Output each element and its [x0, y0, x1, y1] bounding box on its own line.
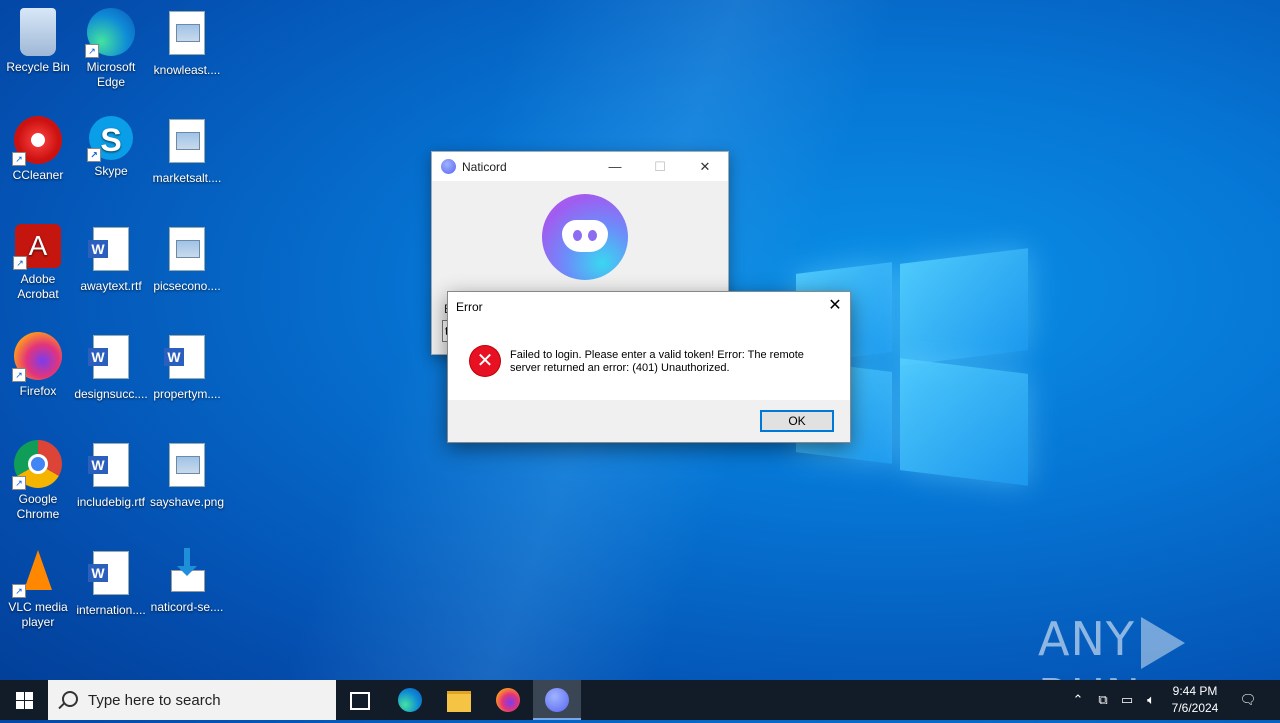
taskbar-search-box[interactable]: Type here to search	[48, 680, 336, 720]
show-hidden-icons-button[interactable]: ⌃	[1068, 680, 1088, 720]
shortcut-arrow-icon: ↗	[87, 148, 101, 162]
error-x-icon: ✕	[470, 346, 500, 376]
dialog-close-button[interactable]: ✕	[820, 292, 850, 320]
desktop-icon-propertym[interactable]: W propertym....	[149, 332, 225, 402]
search-icon	[62, 691, 78, 707]
search-placeholder: Type here to search	[88, 692, 221, 709]
desktop-icon-acrobat[interactable]: A ↗ Adobe Acrobat	[0, 224, 76, 302]
volume-icon[interactable]: 🔈︎	[1140, 680, 1162, 720]
play-logo-icon	[1140, 616, 1185, 669]
vlc-cone-icon: ↗	[12, 548, 62, 598]
word-doc-icon: W	[163, 335, 211, 383]
image-file-icon	[163, 227, 211, 275]
desktop-icon-chrome[interactable]: ↗ Google Chrome	[0, 440, 76, 522]
shortcut-arrow-icon: ↗	[12, 584, 26, 598]
desktop-icon-skype[interactable]: S ↗ Skype	[73, 116, 149, 179]
clock-time: 9:44 PM	[1172, 684, 1218, 698]
desktop-icon-naticord-setup[interactable]: naticord-se....	[149, 548, 225, 615]
desktop-icon-firefox[interactable]: ↗ Firefox	[0, 332, 76, 399]
desktop-icon-knowleast[interactable]: knowleast....	[149, 8, 225, 78]
taskbar: Type here to search ⌃ ⧉ ▭ 🔈︎ 9:44 PM 7/6…	[0, 680, 1280, 720]
minimize-button[interactable]: —	[592, 152, 638, 181]
desktop-icon-vlc[interactable]: ↗ VLC media player	[0, 548, 76, 630]
desktop-icon-ccleaner[interactable]: ↗ CCleaner	[0, 116, 76, 183]
recycle-bin-icon	[20, 8, 56, 56]
taskbar-clock[interactable]: 9:44 PM 7/6/2024	[1160, 683, 1230, 717]
network-icon[interactable]: ▭	[1116, 680, 1138, 720]
word-doc-icon: W	[87, 335, 135, 383]
edge-icon: ↗	[85, 8, 135, 58]
desktop-icon-edge[interactable]: ↗ Microsoft Edge	[73, 8, 149, 90]
naticord-app-icon	[441, 159, 456, 174]
desktop-icon-recycle-bin[interactable]: Recycle Bin	[0, 8, 76, 75]
skype-icon: S ↗	[87, 116, 133, 162]
taskbar-file-explorer[interactable]	[435, 680, 483, 720]
edge-icon	[398, 688, 422, 712]
firefox-icon	[496, 688, 520, 712]
taskbar-naticord[interactable]	[533, 680, 581, 720]
chrome-icon: ↗	[12, 440, 62, 490]
desktop-icon-awaytext[interactable]: W awaytext.rtf	[73, 224, 149, 294]
close-button[interactable]: ✕	[682, 152, 728, 181]
error-message: Failed to login. Please enter a valid to…	[510, 349, 804, 374]
installer-download-icon	[163, 548, 211, 596]
shortcut-arrow-icon: ↗	[13, 256, 27, 270]
clock-date: 7/6/2024	[1171, 701, 1219, 715]
image-file-icon	[163, 443, 211, 491]
acrobat-icon: A ↗	[13, 224, 61, 270]
taskbar-edge[interactable]	[386, 680, 434, 720]
folder-icon	[447, 691, 471, 712]
word-doc-icon: W	[87, 227, 135, 275]
firefox-icon: ↗	[12, 332, 62, 382]
task-view-icon	[350, 692, 370, 710]
start-button[interactable]	[0, 680, 48, 720]
maximize-button[interactable]: ☐	[637, 152, 683, 181]
word-doc-icon: W	[87, 443, 135, 491]
task-view-button[interactable]	[336, 680, 384, 720]
dialog-footer: OK	[448, 400, 850, 442]
ccleaner-icon: ↗	[12, 116, 62, 166]
shortcut-arrow-icon: ↗	[12, 476, 26, 490]
notification-center-icon[interactable]: 🗨︎	[1234, 680, 1262, 720]
image-file-icon	[163, 119, 211, 167]
shortcut-arrow-icon: ↗	[12, 152, 26, 166]
desktop-icon-internation[interactable]: W internation....	[73, 548, 149, 618]
word-doc-icon: W	[87, 551, 135, 599]
error-dialog[interactable]: Error ✕ ✕ Failed to login. Please enter …	[447, 291, 851, 443]
desktop-icon-sayshave[interactable]: sayshave.png	[149, 440, 225, 510]
naticord-app-icon	[545, 688, 569, 712]
desktop-icon-includebig[interactable]: W includebig.rtf	[73, 440, 149, 510]
desktop-icon-marketsalt[interactable]: marketsalt....	[149, 116, 225, 186]
ok-button[interactable]: OK	[760, 410, 834, 432]
discord-logo-icon	[542, 194, 628, 280]
dialog-title: Error	[456, 300, 483, 314]
network-status-icon[interactable]: ⧉	[1092, 680, 1114, 720]
taskbar-firefox[interactable]	[484, 680, 532, 720]
naticord-title: Naticord	[462, 160, 507, 174]
shortcut-arrow-icon: ↗	[12, 368, 26, 382]
desktop-icon-designsucc[interactable]: W designsucc....	[73, 332, 149, 402]
image-file-icon	[163, 11, 211, 59]
desktop-icon-picsecono[interactable]: picsecono....	[149, 224, 225, 294]
naticord-titlebar[interactable]: Naticord — ☐ ✕	[432, 152, 728, 181]
shortcut-arrow-icon: ↗	[85, 44, 99, 58]
